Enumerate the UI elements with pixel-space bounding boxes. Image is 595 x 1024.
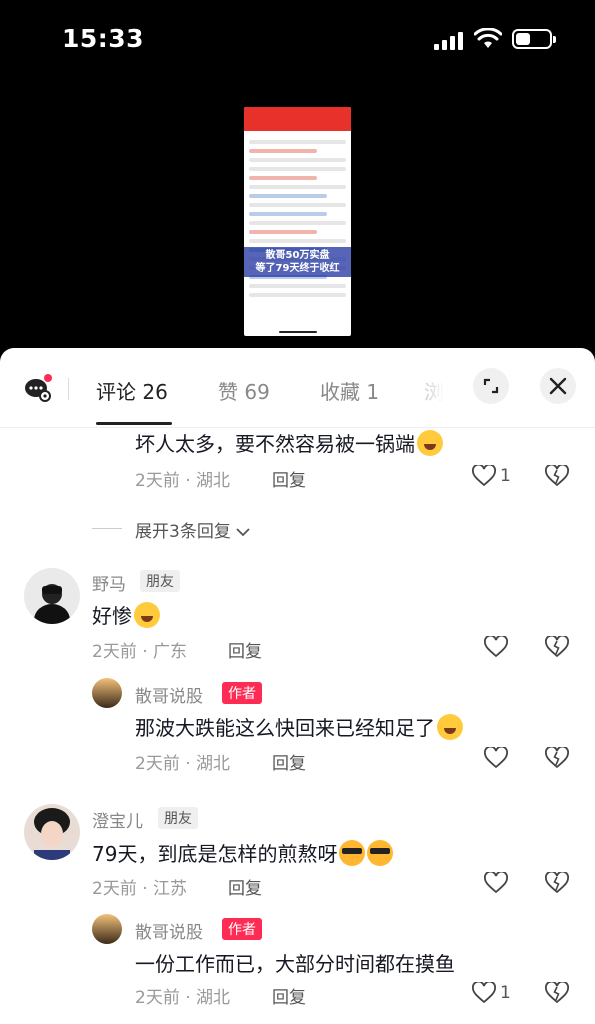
comment-text: 79天，到底是怎样的煎熬呀 (92, 838, 394, 867)
avatar[interactable] (92, 678, 122, 708)
author-badge: 作者 (222, 682, 262, 704)
active-tab-indicator (96, 422, 172, 425)
friend-badge: 朋友 (158, 807, 198, 829)
expand-icon (483, 378, 499, 394)
comment-meta: 2天前 · 湖北 (135, 754, 231, 774)
chevron-down-icon (236, 528, 250, 537)
comment-meta: 2天前 · 广东 (92, 642, 188, 662)
comment-author[interactable]: 散哥说股 (135, 682, 203, 707)
dislike-broken-heart-icon[interactable] (545, 747, 569, 769)
sunglasses-emoji-icon (367, 840, 394, 866)
laughing-emoji-icon (134, 602, 160, 628)
laughing-emoji-icon (417, 430, 443, 456)
like-heart-icon[interactable] (472, 982, 496, 1004)
like-heart-icon[interactable] (472, 465, 496, 487)
status-bar: 15:33 (0, 0, 595, 80)
author-badge: 作者 (222, 918, 262, 940)
video-preview[interactable]: 散哥50万实盘 等了79天终于收红 (244, 107, 351, 336)
expand-button[interactable] (473, 368, 509, 404)
close-button[interactable] (540, 368, 576, 404)
status-time: 15:33 (62, 24, 145, 53)
tab-likes[interactable]: 赞 69 (218, 376, 270, 405)
dislike-broken-heart-icon[interactable] (545, 636, 569, 658)
comment-author[interactable]: 野马 (92, 570, 126, 595)
video-caption: 散哥50万实盘 等了79天终于收红 (244, 247, 351, 277)
like-heart-icon[interactable] (484, 872, 508, 894)
sunglasses-emoji-icon (339, 840, 366, 866)
like-heart-icon[interactable] (484, 636, 508, 658)
comment-text: 那波大跌能这么快回来已经知足了 (135, 712, 463, 741)
tab-divider (68, 378, 69, 400)
dislike-broken-heart-icon[interactable] (545, 982, 569, 1004)
friend-badge: 朋友 (140, 570, 180, 592)
comment-text: 坏人太多，要不然容易被一锅端 (135, 428, 443, 457)
tab-comments[interactable]: 评论 26 (96, 376, 168, 405)
close-icon (549, 377, 567, 395)
expand-replies-button[interactable]: 展开3条回复 (135, 517, 250, 542)
chat-settings-icon[interactable] (24, 374, 52, 402)
wifi-icon (474, 28, 502, 48)
avatar[interactable] (24, 568, 80, 624)
comment-panel: 评论 26 赞 69 收藏 1 浏览 坏人太多，要不然容易被一锅端 2天前 · … (0, 348, 595, 1024)
battery-icon (512, 29, 556, 49)
tab-favorites[interactable]: 收藏 1 (320, 376, 379, 405)
comment-meta: 2天前 · 江苏 (92, 879, 188, 899)
comment-author[interactable]: 澄宝儿 (92, 807, 143, 832)
reply-button[interactable]: 回复 (272, 466, 306, 491)
cellular-signal-icon (434, 30, 464, 50)
comment-text: 好惨 (92, 600, 160, 629)
dislike-broken-heart-icon[interactable] (545, 872, 569, 894)
like-heart-icon[interactable] (484, 747, 508, 769)
comment-text: 一份工作而已，大部分时间都在摸鱼 (135, 952, 455, 976)
comment-tabs: 评论 26 赞 69 收藏 1 浏览 (0, 348, 595, 428)
reply-button[interactable]: 回复 (228, 637, 262, 662)
avatar[interactable] (24, 804, 80, 860)
comment-author[interactable]: 散哥说股 (135, 918, 203, 943)
like-count: 1 (500, 466, 511, 486)
avatar[interactable] (92, 914, 122, 944)
dislike-broken-heart-icon[interactable] (545, 465, 569, 487)
reply-button[interactable]: 回复 (272, 983, 306, 1008)
reply-button[interactable]: 回复 (272, 749, 306, 774)
comment-meta: 2天前 · 湖北 (135, 988, 231, 1008)
reply-button[interactable]: 回复 (228, 874, 262, 899)
laughing-emoji-icon (437, 714, 463, 740)
comment-meta: 2天前 · 湖北 (135, 471, 231, 491)
like-count: 1 (500, 983, 511, 1003)
